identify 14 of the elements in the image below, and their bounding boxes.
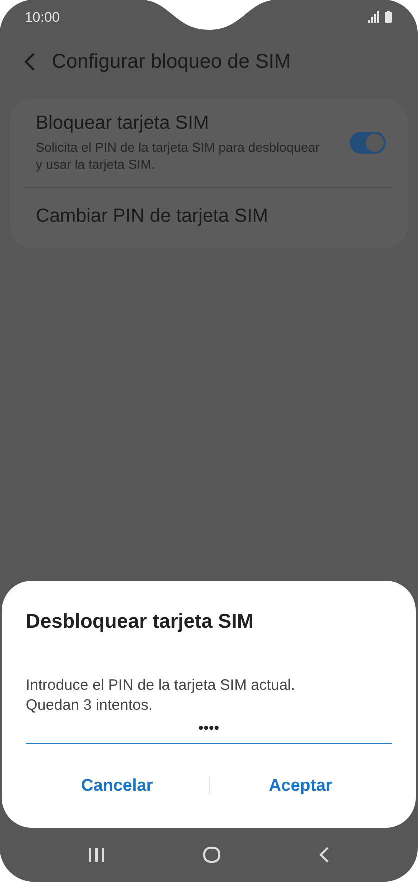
pin-field[interactable]: •••• [26,718,392,744]
dialog-message: Introduce el PIN de la tarjeta SIM actual. Quedan 3 intentos. [26,676,296,716]
page-title: Configurar bloqueo de SIM [52,50,292,74]
home-icon[interactable] [202,847,221,863]
dialog-title: Desbloquear tarjeta SIM [26,611,255,634]
toggle-switch[interactable] [350,132,386,154]
back-icon[interactable] [24,53,36,71]
setting-title[interactable]: Cambiar PIN de tarjeta SIM [36,206,394,228]
dialog-button[interactable]: Aceptar [210,764,392,808]
signal-battery-icon [368,10,394,22]
recent-apps-icon[interactable] [88,847,106,863]
dialog-button[interactable]: Cancelar [26,764,208,808]
status-time: 10:00 [25,8,60,24]
setting-title[interactable]: Bloquear tarjeta SIM [36,113,350,135]
